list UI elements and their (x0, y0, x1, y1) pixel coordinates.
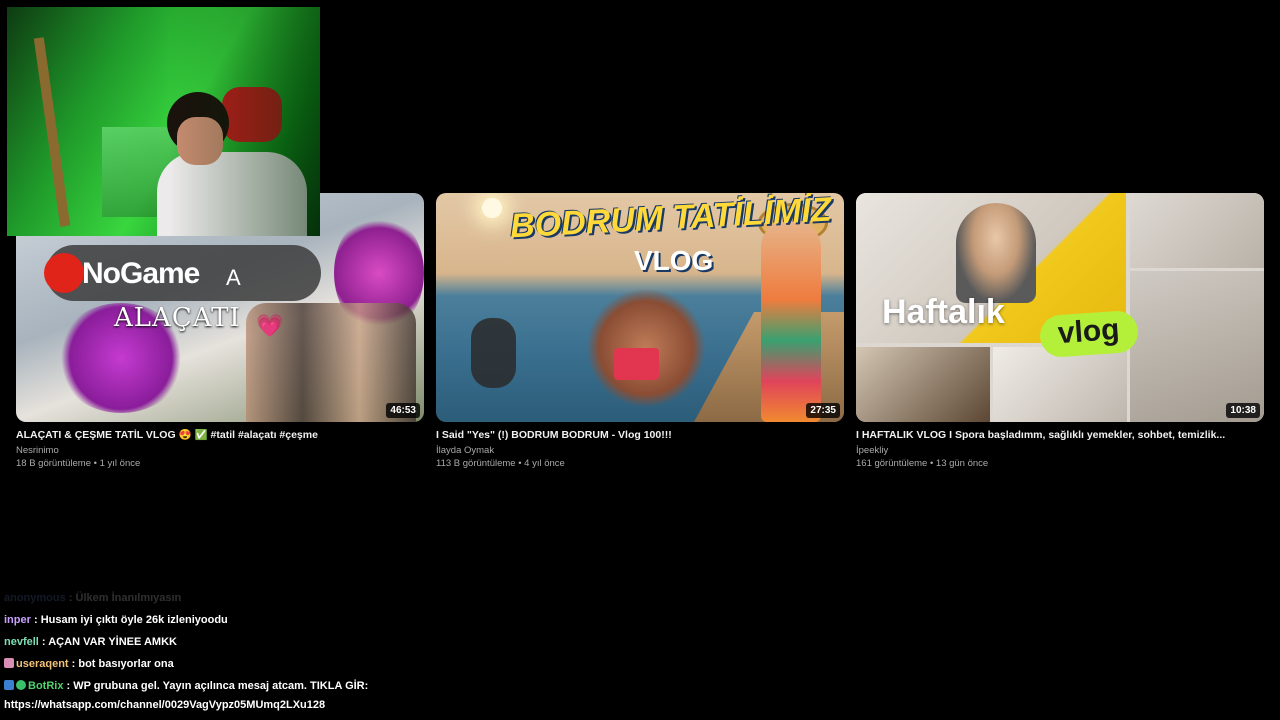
video-meta: 161 görüntüleme • 13 gün önce (856, 458, 989, 469)
thumb-sun (482, 198, 502, 218)
video-title[interactable]: I HAFTALIK VLOG I Spora başladımm, sağlı… (856, 429, 1264, 442)
video-duration: 27:35 (806, 403, 840, 418)
thumb-subtitle: VLOG (634, 245, 714, 276)
chat-text: AÇAN VAR YİNEE AMKK (48, 636, 177, 648)
chat-overlay: anonymous : Ülkem İnanılmıyasın inper : … (4, 587, 524, 713)
thumb-caption: ALAÇATI (114, 303, 241, 333)
chat-message: useraqent : bot basıyorlar ona (4, 653, 524, 675)
channel-name[interactable]: Nesrinimo (16, 445, 424, 457)
video-title[interactable]: ALAÇATI & ÇEŞME TATİL VLOG 😍 ✅ #tatil #a… (16, 429, 424, 442)
chat-link[interactable]: https://whatsapp.com/channel/0029VagVypz… (4, 699, 325, 711)
thumb-collage-cell (1130, 271, 1264, 422)
nogame-logo-icon (44, 253, 84, 293)
video-duration: 10:38 (1226, 403, 1260, 418)
thumb-vlog-badge: vlog (1038, 309, 1140, 359)
chat-text: WP grubuna gel. Yayın açılınca mesaj atc… (73, 680, 369, 692)
thumb-logo-text: NoGame (82, 257, 200, 290)
chat-message: BotRix : WP grubuna gel. Yayın açılınca … (4, 675, 524, 697)
webcam-easel (33, 37, 71, 227)
chat-separator: : (63, 680, 74, 692)
chat-text: bot basıyorlar ona (78, 658, 174, 670)
chat-separator: : (30, 614, 41, 626)
verified-badge-icon (16, 680, 26, 690)
chat-username: nevfell (4, 636, 39, 648)
channel-name[interactable]: İlayda Oymak (436, 445, 844, 457)
thumb-couple-silhouette (471, 318, 516, 388)
thumb-collage-cell (1130, 193, 1264, 268)
chat-separator: : (65, 592, 76, 604)
channel-name[interactable]: İpeekliy (856, 445, 1264, 457)
chat-message: anonymous : Ülkem İnanılmıyasın (4, 587, 524, 609)
video-thumbnail[interactable]: Haftalık vlog 10:38 (856, 193, 1264, 422)
chat-username: anonymous (4, 592, 66, 604)
webcam-curtain (170, 7, 320, 236)
video-meta: 113 B görüntüleme • 4 yıl önce (436, 458, 565, 469)
streamer-webcam (7, 7, 320, 236)
thumb-red-shorts (614, 348, 659, 380)
chat-text: Husam iyi çıktı öyle 26k izleniyoodu (40, 614, 228, 626)
thumb-collage-cell (993, 347, 1127, 422)
video-card[interactable]: Haftalık vlog 10:38 I HAFTALIK VLOG I Sp… (856, 193, 1264, 470)
video-duration: 46:53 (386, 403, 420, 418)
thumb-collage-cell (856, 347, 990, 422)
chat-text: Ülkem İnanılmıyasın (75, 592, 182, 604)
chat-separator: : (68, 658, 79, 670)
thumb-woman-dress (761, 218, 821, 422)
chat-message: inper : Husam iyi çıktı öyle 26k izleniy… (4, 609, 524, 631)
subscriber-badge-icon (4, 658, 14, 668)
thumb-letter: A (226, 265, 241, 290)
bot-badge-icon (4, 680, 14, 690)
thumb-person (956, 203, 1036, 303)
chat-username: inper (4, 614, 31, 626)
video-thumbnail[interactable]: BODRUM TATİLİMİZ VLOG 27:35 (436, 193, 844, 422)
heart-icon: 💗 (256, 313, 284, 338)
video-meta: 18 B görüntüleme • 1 yıl önce (16, 458, 141, 469)
video-card[interactable]: BODRUM TATİLİMİZ VLOG 27:35 I Said "Yes"… (436, 193, 844, 470)
chat-separator: : (38, 636, 49, 648)
chat-message: https://whatsapp.com/channel/0029VagVypz… (4, 697, 524, 713)
chat-username: BotRix (28, 680, 64, 692)
video-title[interactable]: I Said "Yes" (!) BODRUM BODRUM - Vlog 10… (436, 429, 844, 442)
thumb-title: Haftalık (882, 293, 1005, 331)
chat-message: nevfell : AÇAN VAR YİNEE AMKK (4, 631, 524, 653)
chat-username: useraqent (16, 658, 69, 670)
